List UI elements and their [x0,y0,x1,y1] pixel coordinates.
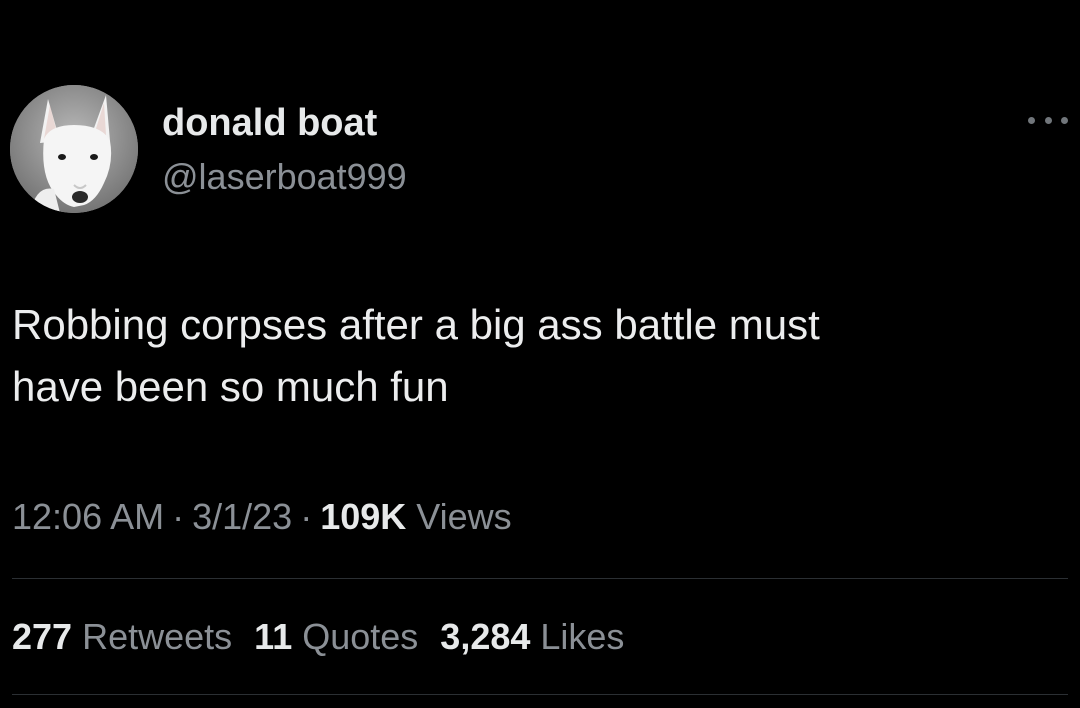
views-label: Views [416,496,512,537]
dog-icon [10,85,138,213]
quotes-label: Quotes [302,616,419,657]
retweets-stat[interactable]: 277 Retweets [12,612,232,662]
author-avatar[interactable] [10,85,138,213]
likes-stat[interactable]: 3,284 Likes [440,612,624,662]
more-options-icon[interactable] [1028,112,1068,128]
tweet-date[interactable]: 3/1/23 [192,496,292,537]
tweet-time[interactable]: 12:06 AM [12,496,164,537]
divider [12,578,1068,579]
retweets-label: Retweets [82,616,233,657]
quotes-count: 11 [254,616,293,657]
retweets-count: 277 [12,616,73,657]
author-handle[interactable]: @laserboat999 [162,155,407,199]
tweet-text: Robbing corpses after a big ass battle m… [12,301,820,410]
separator-dot: · [172,496,185,537]
author-display-name[interactable]: donald boat [162,100,377,146]
likes-count: 3,284 [440,616,531,657]
quotes-stat[interactable]: 11 Quotes [254,612,418,662]
likes-label: Likes [540,616,625,657]
views-count: 109K [320,496,407,537]
engagement-stats: 277 Retweets 11 Quotes 3,284 Likes [12,612,646,662]
separator-dot: · [300,496,313,537]
tweet-card: donald boat @laserboat999 Robbing corpse… [0,0,1080,708]
tweet-metadata: 12:06 AM · 3/1/23 · 109K Views [12,492,512,542]
divider [12,694,1068,695]
